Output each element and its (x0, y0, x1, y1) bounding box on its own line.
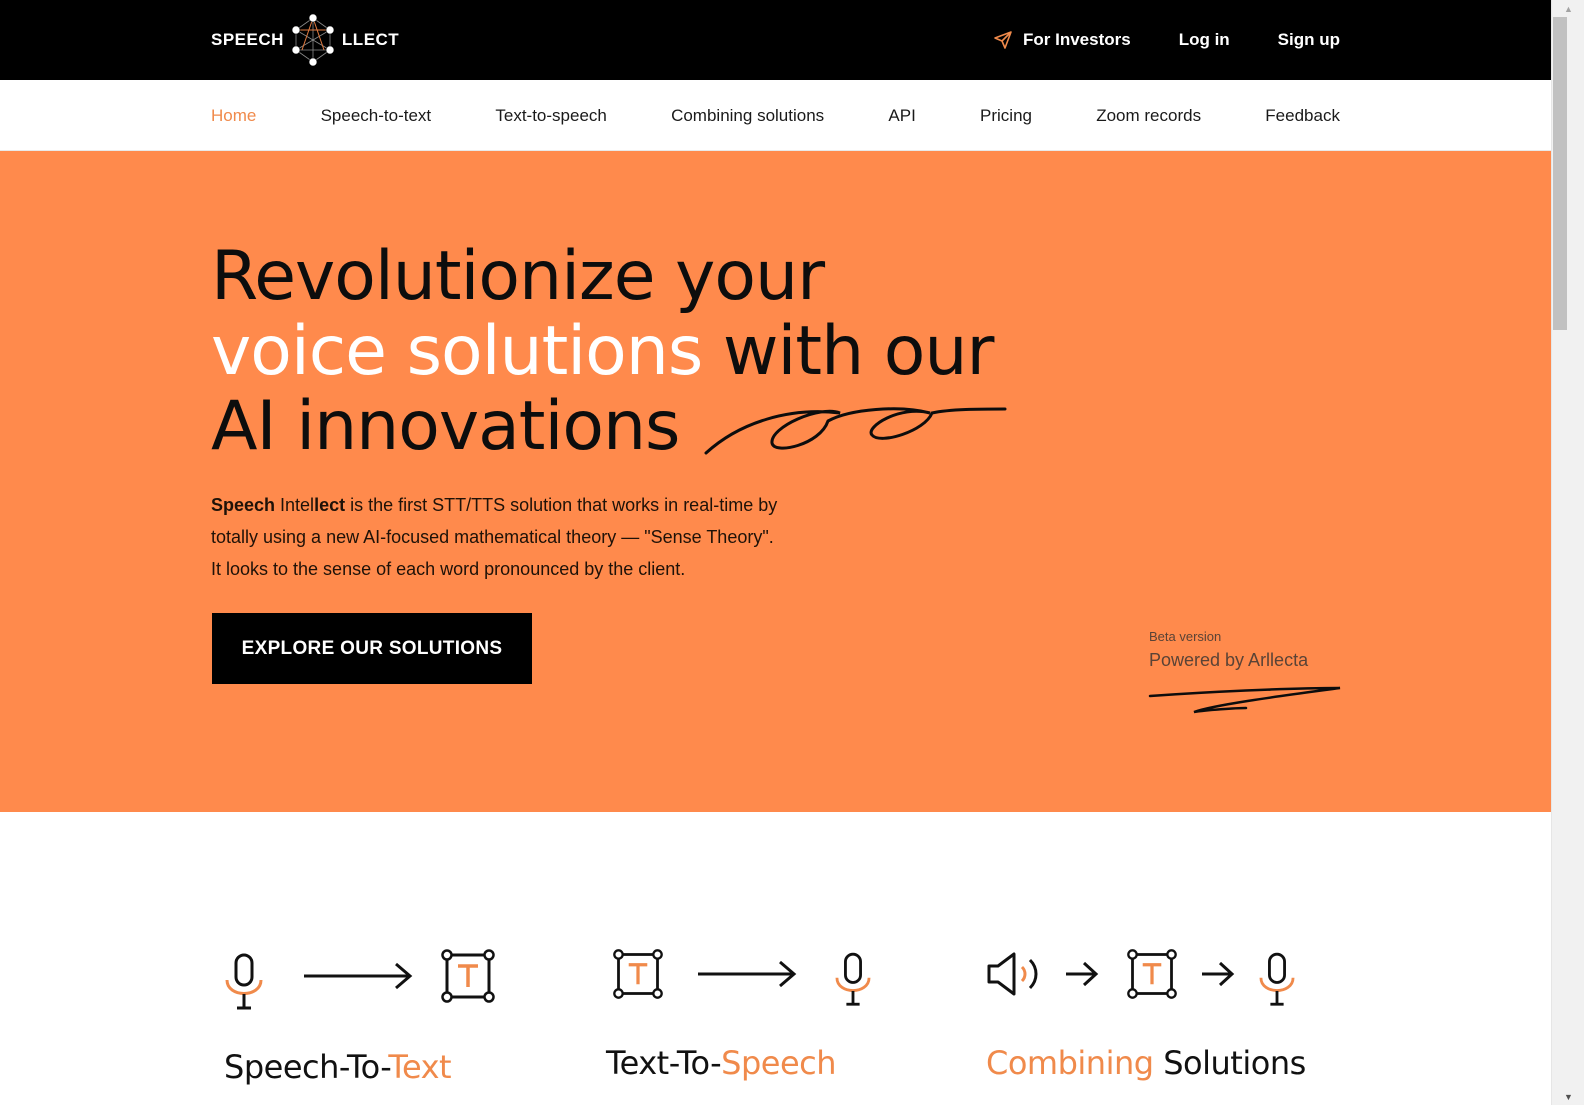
microphone-icon (835, 952, 871, 1006)
nav-item-combining-solutions[interactable]: Combining solutions (671, 106, 824, 126)
headline-line-2-rest: with our (702, 312, 995, 391)
solution-icons (986, 940, 1306, 1008)
solution-title-part-1: Speech-To- (224, 1048, 389, 1086)
solution-icons (606, 940, 872, 1008)
signup-link[interactable]: Sign up (1278, 30, 1340, 50)
page: SPEECH LLECT For Investors Log in Sign u… (0, 0, 1551, 1105)
arrow-right-icon (304, 962, 413, 990)
logo-text-right: LLECT (341, 30, 400, 49)
logo-text-left: SPEECH (211, 30, 284, 49)
logo-network-icon (291, 13, 335, 67)
nav-item-pricing[interactable]: Pricing (980, 106, 1032, 126)
desc-line-3: It looks to the sense of each word prono… (211, 559, 686, 579)
paper-plane-icon (994, 31, 1012, 49)
top-actions: For Investors Log in Sign up (993, 0, 1340, 80)
desc-brand-bold: Speech (211, 495, 276, 515)
login-link[interactable]: Log in (1179, 30, 1230, 50)
solution-title: Combining Solutions (986, 1044, 1306, 1082)
desc-brand-mid: Intel (275, 495, 315, 515)
logo[interactable]: SPEECH LLECT (211, 12, 399, 68)
nav-item-api[interactable]: API (888, 106, 915, 126)
main-nav: Home Speech-to-text Text-to-speech Combi… (0, 80, 1551, 151)
solution-title-part-1: Combining (986, 1044, 1154, 1082)
page-scrollbar[interactable]: ▲ ▼ (1551, 0, 1584, 1105)
text-frame-icon (613, 949, 663, 999)
solution-title-part-2: Solutions (1153, 1044, 1306, 1082)
headline-line-2: voice solutions with our (211, 312, 995, 391)
for-investors-link[interactable]: For Investors (993, 30, 1131, 50)
for-investors-label: For Investors (1022, 30, 1131, 49)
solution-text-to-speech[interactable]: Text-To-Speech (606, 940, 872, 1082)
decorative-swirl-icon (704, 407, 1007, 455)
scrollbar-thumb[interactable] (1553, 17, 1567, 330)
top-bar: SPEECH LLECT For Investors Log in Sign u… (0, 0, 1551, 80)
arrow-right-icon (1202, 961, 1235, 987)
solution-icons (224, 940, 496, 1012)
solution-title-part-2: Text (388, 1048, 452, 1086)
nav-item-speech-to-text[interactable]: Speech-to-text (321, 106, 432, 126)
nav-item-zoom-records[interactable]: Zoom records (1096, 106, 1201, 126)
solution-title: Text-To-Speech (606, 1044, 872, 1082)
beta-info: Beta version Powered by Arllecta (1149, 629, 1308, 671)
arrow-right-icon (698, 960, 797, 988)
arrow-right-icon (1066, 961, 1099, 987)
desc-line-2: totally using a new AI-focused mathemati… (211, 527, 774, 547)
solution-combining[interactable]: Combining Solutions (986, 940, 1306, 1082)
desc-line-1-rest: is the first STT/TTS solution that works… (345, 495, 778, 515)
nav-item-home[interactable]: Home (211, 106, 256, 126)
headline-line-1: Revolutionize your (211, 237, 825, 316)
desc-line-1: Speech Intellect is the first STT/TTS so… (211, 495, 777, 515)
signature-swirl-icon (1148, 686, 1341, 714)
desc-brand-bold-2: lect (314, 495, 346, 515)
scroll-up-arrow-icon[interactable]: ▲ (1552, 0, 1584, 17)
nav-item-feedback[interactable]: Feedback (1265, 106, 1340, 126)
speaker-icon (987, 952, 1038, 996)
solution-speech-to-text[interactable]: Speech-To-Text (224, 940, 496, 1086)
text-frame-icon (1127, 949, 1177, 999)
solution-title-part-2: Speech (721, 1044, 837, 1082)
headline-highlight: voice solutions (211, 312, 703, 391)
solution-title: Speech-To-Text (224, 1048, 496, 1086)
microphone-icon (225, 953, 263, 1010)
solution-title-part-1: Text-To- (606, 1044, 722, 1082)
microphone-icon (1259, 952, 1295, 1006)
beta-version-label: Beta version (1149, 629, 1222, 644)
text-frame-icon (441, 949, 495, 1003)
scroll-down-arrow-icon[interactable]: ▼ (1552, 1088, 1584, 1105)
explore-solutions-button[interactable]: EXPLORE OUR SOLUTIONS (212, 613, 532, 684)
nav-item-text-to-speech[interactable]: Text-to-speech (495, 106, 607, 126)
hero-description: Speech Intellect is the first STT/TTS so… (211, 489, 851, 585)
powered-by-link[interactable]: Powered by Arllecta (1149, 650, 1308, 671)
